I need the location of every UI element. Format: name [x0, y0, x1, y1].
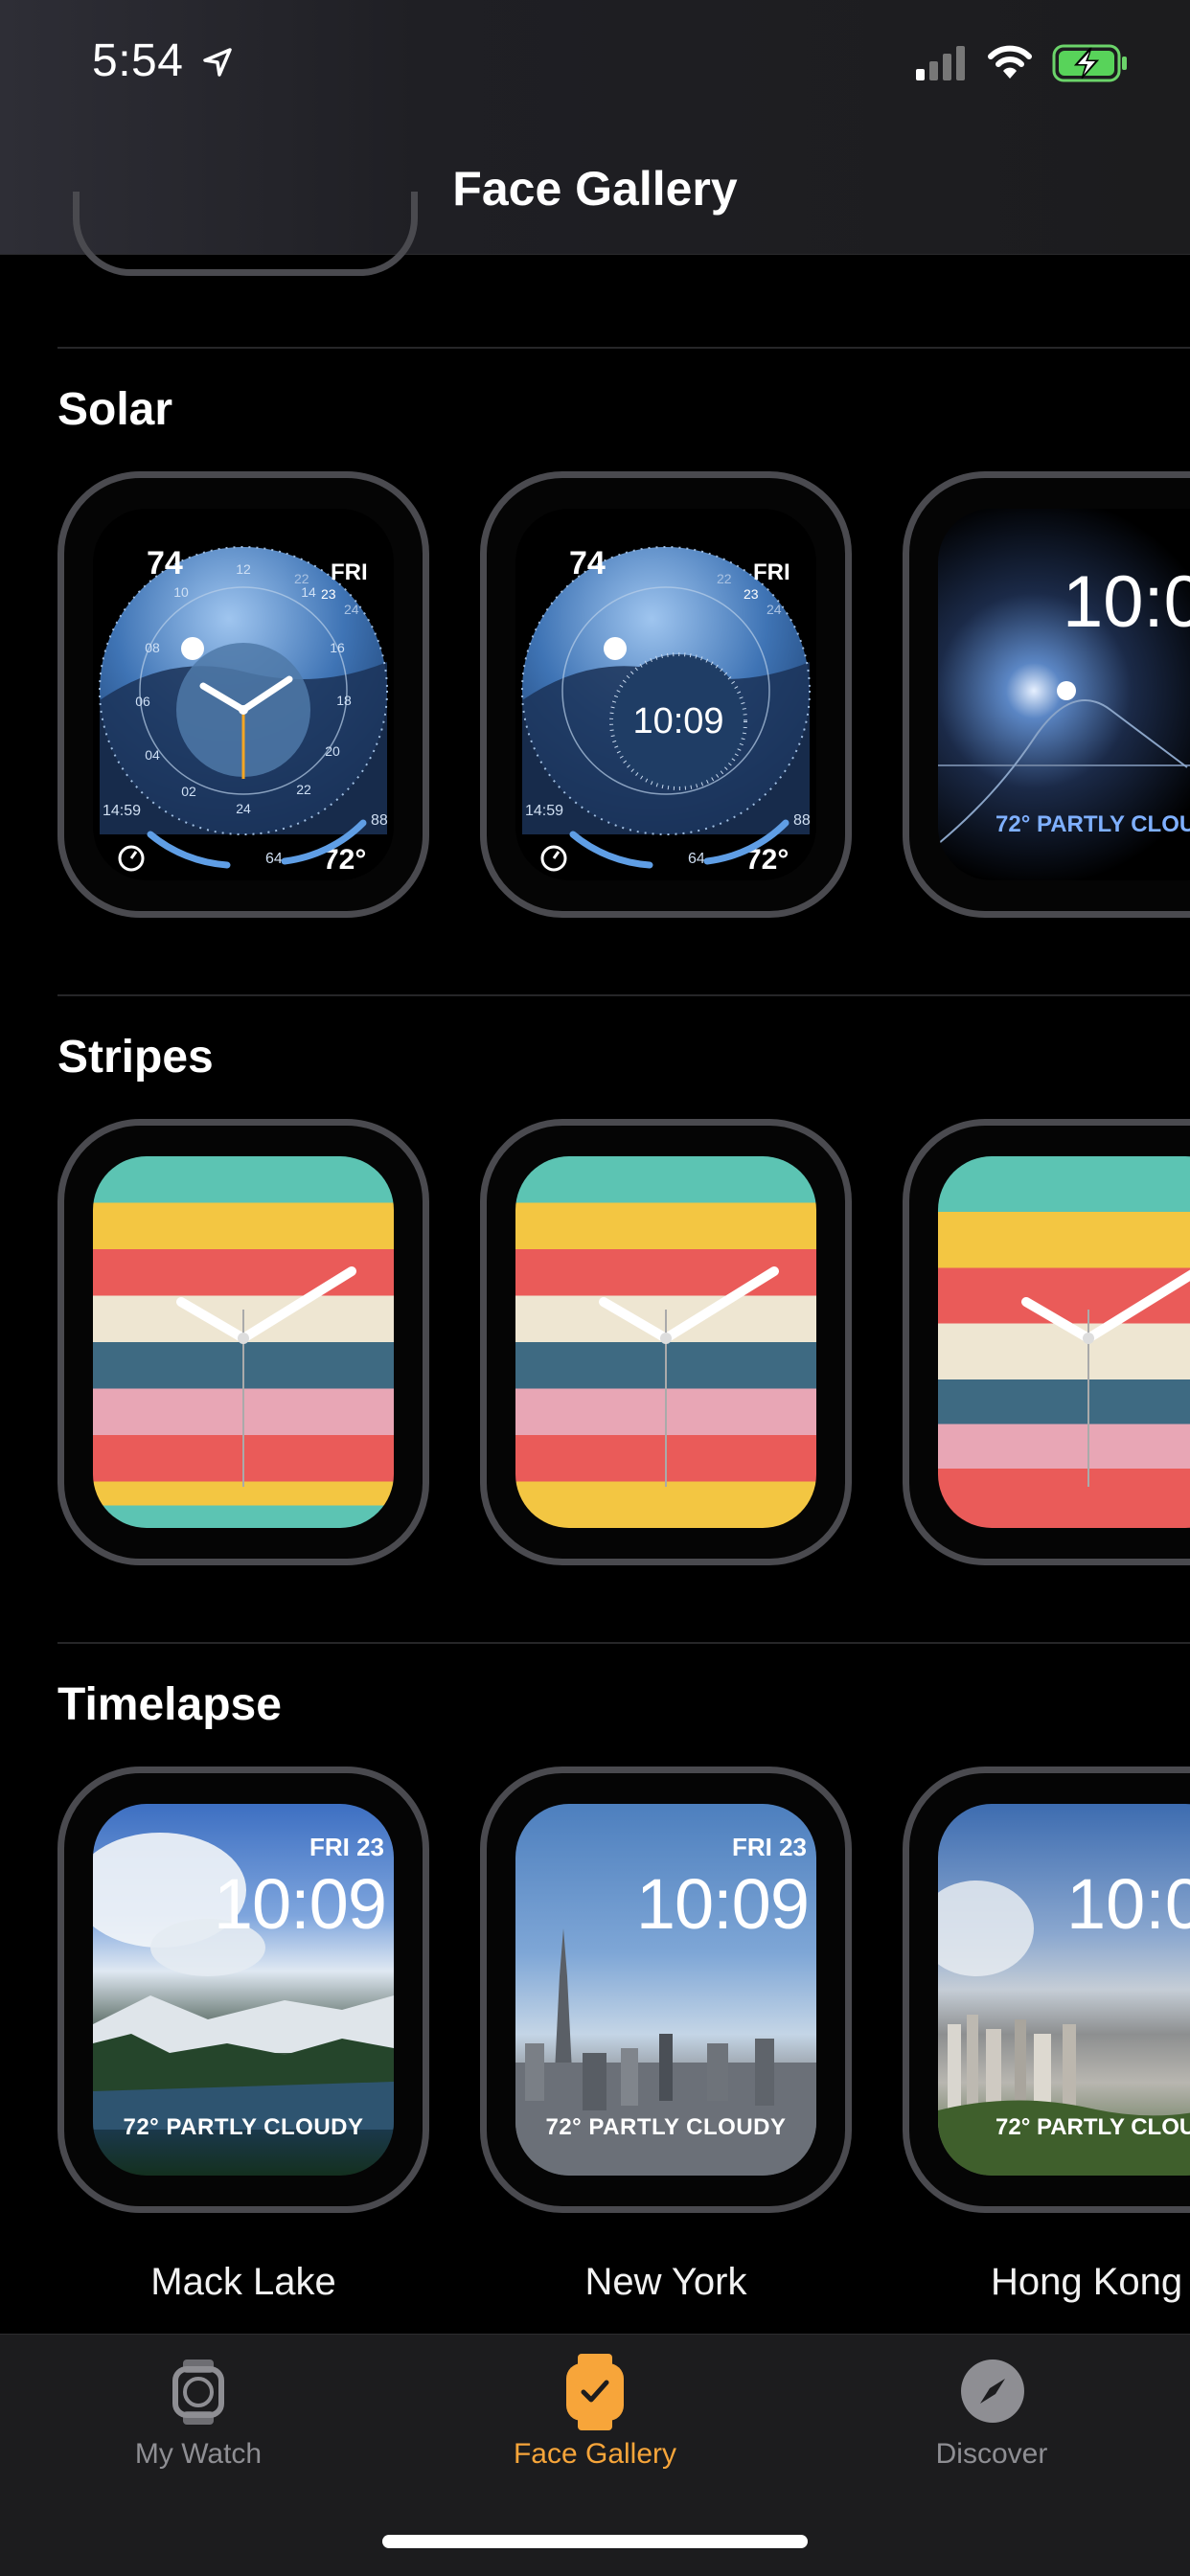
tab-my-watch[interactable]: My Watch — [55, 2335, 342, 2526]
dial-hour-4: 18 — [336, 693, 352, 708]
date-23: 23 — [321, 586, 336, 602]
digital-time: 10:09 — [632, 701, 723, 741]
dial-hour-5: 20 — [325, 743, 340, 759]
wifi-icon — [988, 45, 1032, 79]
watch-icon — [172, 2359, 224, 2425]
stripes-face-1[interactable] — [57, 1119, 429, 1565]
section-divider — [57, 347, 1190, 349]
dial-hour-10: 06 — [135, 694, 150, 709]
tab-face-gallery[interactable]: Face Gallery — [451, 2335, 739, 2526]
dial-hour-6: 22 — [296, 782, 311, 797]
section-divider — [57, 1642, 1190, 1644]
battery-charging-icon — [1052, 44, 1127, 82]
tab-label: My Watch — [134, 2438, 263, 2470]
watch-hands — [1021, 1269, 1190, 1487]
sunset-time: 14:59 — [525, 803, 563, 819]
date-label: FRI 23 — [309, 1833, 384, 1861]
date-24: 24 — [344, 602, 359, 617]
watch-face-icon — [566, 2354, 624, 2430]
temp-high: 88 — [371, 812, 388, 829]
weather-complication: 72° PARTLY CLOU — [995, 811, 1190, 837]
stripes-face-3-clip — [903, 1119, 1190, 1565]
dial-hour-7: 24 — [236, 801, 251, 816]
time-label: 10:0 — [1066, 1864, 1190, 1944]
home-indicator[interactable] — [382, 2535, 808, 2548]
dial-hour-12: 10 — [173, 584, 189, 600]
watch-hands — [176, 1266, 356, 1487]
face-caption-mack-lake: Mack Lake — [150, 2261, 336, 2303]
weather-label: 72° PARTLY CLOUDY — [123, 2114, 364, 2140]
solar-digital-face[interactable]: 10:09 74 FRI 22 23 24 14:59 64 88 72° — [480, 471, 852, 918]
day-complication: FRI — [753, 559, 790, 585]
date-label: FRI 23 — [731, 1833, 807, 1861]
temp-complication: 74 — [147, 545, 183, 581]
timelapse-face-hong-kong-clip: FR 10:0 72° PARTLY CLOU — [903, 1767, 1190, 2213]
stripes-face-3[interactable] — [903, 1119, 1190, 1565]
day-complication: FRI — [331, 559, 368, 585]
section-title-stripes: Stripes — [57, 1032, 214, 1083]
dial-hour-1: 12 — [236, 561, 251, 577]
dial-hour-3: 16 — [330, 640, 345, 655]
solar-dial-digital: 10:09 74 FRI 22 23 24 14:59 64 88 72° — [521, 545, 811, 876]
weather-label: 72° PARTLY CLOU — [995, 2114, 1190, 2140]
section-title-timelapse: Timelapse — [57, 1679, 282, 1730]
dial-hour-2: 14 — [301, 584, 316, 600]
sunset-time: 14:59 — [103, 803, 141, 819]
timelapse-face-mack-lake[interactable]: FRI 23 10:09 72° PARTLY CLOUDY — [57, 1767, 429, 2213]
temp-high: 88 — [793, 812, 811, 829]
timelapse-face-new-york[interactable]: FRI 23 10:09 72° PARTLY CLOUDY — [480, 1767, 852, 2213]
watch-hands — [599, 1266, 779, 1487]
time-label: 10:09 — [635, 1864, 810, 1944]
section-title-solar: Solar — [57, 384, 173, 435]
solar-graph-face[interactable]: FR 10:0 72° PARTLY CLOU — [903, 471, 1190, 918]
temp-low: 64 — [688, 851, 705, 867]
dial-hour-11: 08 — [145, 640, 160, 655]
date-22: 22 — [717, 571, 732, 586]
stripes-face-2[interactable] — [480, 1119, 852, 1565]
section-divider — [57, 994, 1190, 996]
partial-watch-face[interactable] — [73, 192, 418, 276]
solar-graph-face-clip: FR 10:0 72° PARTLY CLOU — [903, 471, 1190, 918]
compass-icon — [961, 2359, 1024, 2423]
face-caption-hong-kong: Hong Kong — [991, 2261, 1183, 2303]
temp-low: 64 — [265, 851, 283, 867]
date-22: 22 — [294, 571, 309, 586]
face-caption-new-york: New York — [584, 2261, 747, 2303]
timelapse-face-hong-kong[interactable]: FR 10:0 72° PARTLY CLOU — [903, 1767, 1190, 2213]
weather-label: 72° PARTLY CLOUDY — [545, 2114, 787, 2140]
tab-label: Face Gallery — [513, 2438, 677, 2470]
solar-dial-analog: 12 14 16 18 20 22 24 02 04 06 08 10 74 F… — [99, 545, 388, 876]
status-time: 5:54 — [92, 35, 184, 86]
temp-complication: 74 — [569, 545, 606, 581]
dial-hour-9: 04 — [145, 747, 160, 763]
date-23: 23 — [744, 586, 759, 602]
cellular-signal-icon — [916, 46, 965, 80]
dial-hour-8: 02 — [181, 784, 196, 799]
date-24: 24 — [767, 602, 782, 617]
location-arrow-icon — [203, 48, 232, 77]
time-label: 10:09 — [213, 1864, 387, 1944]
tab-label: Discover — [935, 2438, 1048, 2470]
solar-analog-face[interactable]: 12 14 16 18 20 22 24 02 04 06 08 10 74 F… — [57, 471, 429, 918]
tab-discover[interactable]: Discover — [848, 2335, 1135, 2526]
